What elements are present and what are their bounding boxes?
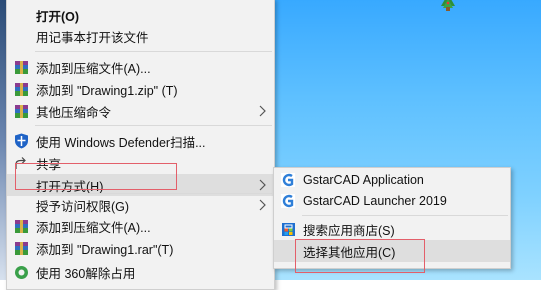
winrar-icon (13, 240, 29, 256)
submenu-item-label: 搜索应用商店(S) (303, 223, 395, 238)
submenu-item-label: GstarCAD Application (303, 173, 424, 187)
menu-item-add-to-rar[interactable]: 添加到 "Drawing1.rar"(T) (7, 237, 274, 259)
menu-item-share[interactable]: 共享 (7, 152, 274, 174)
menu-item-label: 使用 Windows Defender扫描... (36, 135, 206, 150)
menu-item-label: 其他压缩命令 (36, 105, 112, 120)
submenu-item-label: 选择其他应用(C) (303, 245, 396, 260)
menu-item-label: 添加到压缩文件(A)... (36, 61, 151, 76)
submenu-item-search-store[interactable]: 搜索应用商店(S) (274, 218, 510, 240)
menu-item-label: 添加到 "Drawing1.zip" (T) (36, 83, 178, 98)
share-icon (13, 155, 29, 171)
menu-item-label: 用记事本打开该文件 (36, 30, 149, 45)
menu-separator (302, 215, 508, 216)
submenu-item-choose-other-app[interactable]: 选择其他应用(C) (274, 240, 510, 262)
menu-item-label: 共享 (36, 157, 62, 172)
store-icon (280, 221, 296, 237)
shield-icon (13, 133, 29, 149)
winrar-icon (13, 103, 29, 119)
winrar-icon (13, 81, 29, 97)
menu-separator (35, 125, 272, 126)
menu-item-label: 添加到压缩文件(A)... (36, 220, 151, 235)
context-menu: 打开(O) 用记事本打开该文件 添加到压缩文件(A)... 添加到 "Drawi… (6, 0, 275, 290)
menu-item-add-to-archive-2[interactable]: 添加到压缩文件(A)... (7, 215, 274, 237)
winrar-icon (13, 59, 29, 75)
submenu-item-gstarcad-application[interactable]: GstarCAD Application (274, 169, 510, 191)
chevron-right-icon (259, 179, 266, 191)
menu-item-open-with-notepad[interactable]: 用记事本打开该文件 (7, 25, 274, 47)
open-with-submenu: GstarCAD Application GstarCAD Launcher 2… (273, 167, 511, 269)
menu-item-grant-access[interactable]: 授予访问权限(G) (7, 194, 274, 216)
menu-item-other-compress[interactable]: 其他压缩命令 (7, 100, 274, 122)
chevron-right-icon (259, 105, 266, 117)
menu-item-label: 使用 360解除占用 (36, 266, 136, 281)
menu-item-label: 打开方式(H) (36, 179, 104, 194)
winrar-icon (13, 218, 29, 234)
menu-item-open[interactable]: 打开(O) (7, 4, 274, 26)
submenu-item-gstarcad-launcher[interactable]: GstarCAD Launcher 2019 (274, 190, 510, 212)
menu-item-defender-scan[interactable]: 使用 Windows Defender扫描... (7, 130, 274, 152)
menu-separator (35, 51, 272, 52)
360-icon (13, 264, 29, 280)
gstarcad-icon (280, 172, 296, 188)
submenu-item-label: GstarCAD Launcher 2019 (303, 194, 447, 208)
menu-item-label: 授予访问权限(G) (36, 199, 130, 214)
menu-item-add-to-archive[interactable]: 添加到压缩文件(A)... (7, 56, 274, 78)
tree-icon (441, 0, 455, 11)
chevron-right-icon (259, 199, 266, 211)
menu-item-label: 打开(O) (36, 9, 80, 24)
menu-item-add-to-zip[interactable]: 添加到 "Drawing1.zip" (T) (7, 78, 274, 100)
menu-item-label: 添加到 "Drawing1.rar"(T) (36, 242, 174, 257)
gstarcad-icon (280, 193, 296, 209)
